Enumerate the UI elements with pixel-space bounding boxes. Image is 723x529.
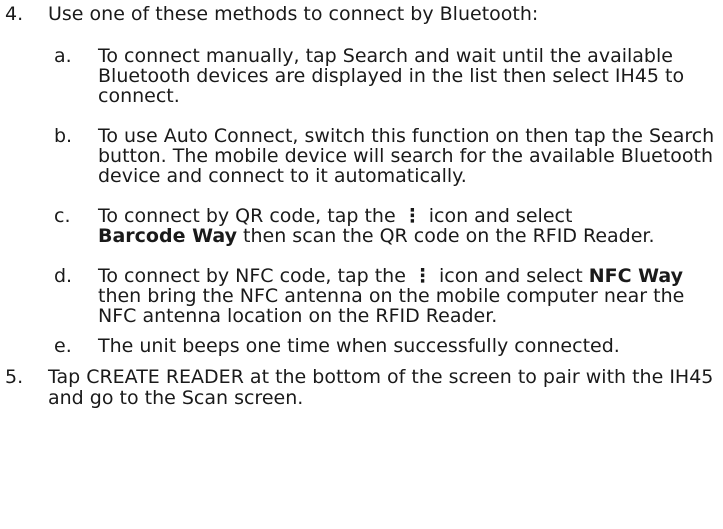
substep-b: b. To use Auto Connect, switch this func… bbox=[0, 125, 723, 187]
substep-text: To connect by QR code, tap the ⋮ icon an… bbox=[98, 206, 723, 246]
substep-text-post: then scan the QR code on the RFID Reader… bbox=[243, 225, 655, 247]
step-number: 5. bbox=[5, 366, 24, 388]
substep-text-post: then bring the NFC antenna on the mobile… bbox=[98, 285, 685, 327]
substep-letter: b. bbox=[54, 125, 73, 147]
menu-option-barcode-way: Barcode Way bbox=[98, 225, 237, 247]
substep-text-mid: icon and select bbox=[428, 205, 573, 227]
substep-text-pre: To connect by QR code, tap the bbox=[98, 205, 396, 227]
substep-text: To connect manually, tap Search and wait… bbox=[98, 45, 685, 107]
substep-d: d. To connect by NFC code, tap the ⋮ ico… bbox=[0, 265, 723, 327]
substep-letter: e. bbox=[54, 335, 72, 357]
substep-a: a. To connect manually, tap Search and w… bbox=[0, 45, 723, 107]
kebab-menu-icon: ⋮ bbox=[402, 205, 422, 227]
substep-letter: c. bbox=[54, 205, 71, 227]
substep-c: c. To connect by QR code, tap the ⋮ icon… bbox=[0, 205, 723, 247]
step-number: 4. bbox=[5, 3, 24, 25]
substep-e: e. The unit beeps one time when successf… bbox=[0, 336, 723, 357]
substep-text: The unit beeps one time when successfull… bbox=[98, 335, 620, 357]
step-5: 5. Tap CREATE READER at the bottom of th… bbox=[0, 367, 723, 409]
step-text: Use one of these methods to connect by B… bbox=[48, 3, 539, 25]
menu-option-nfc-way: NFC Way bbox=[588, 265, 684, 287]
kebab-menu-icon: ⋮ bbox=[412, 265, 432, 287]
substep-text: To connect by NFC code, tap the ⋮ icon a… bbox=[98, 266, 723, 326]
step-text: Tap CREATE READER at the bottom of the s… bbox=[48, 366, 714, 409]
substep-letter: a. bbox=[54, 45, 72, 67]
substep-text: To use Auto Connect, switch this functio… bbox=[98, 125, 715, 187]
substep-text-mid: icon and select bbox=[438, 265, 583, 287]
substep-text-pre: To connect by NFC code, tap the bbox=[98, 265, 406, 287]
substep-letter: d. bbox=[54, 265, 73, 287]
instruction-document: 4. Use one of these methods to connect b… bbox=[0, 0, 723, 409]
step-4: 4. Use one of these methods to connect b… bbox=[0, 4, 723, 25]
